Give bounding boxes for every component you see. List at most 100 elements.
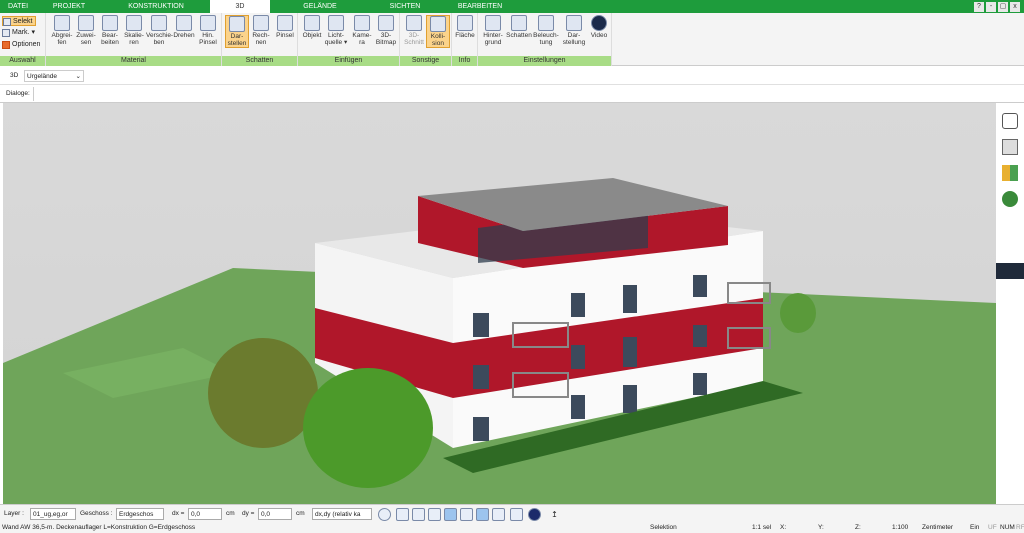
right-sidebar: [996, 103, 1024, 504]
status-num: NUM: [1000, 524, 1015, 531]
3d-viewport[interactable]: [3, 103, 996, 504]
objekt-button[interactable]: Objekt: [300, 15, 324, 39]
help-button[interactable]: ?: [974, 1, 984, 12]
clock-icon[interactable]: [378, 508, 391, 521]
ribbon: Selekt Mark. ▾ Optionen Auswahl Abgrei-f…: [0, 13, 1024, 66]
snap-icon[interactable]: [396, 508, 409, 521]
status-message: Wand AW 36,5-m. Deckenauflager L=Konstru…: [2, 524, 196, 531]
view-mode-label: 3D: [10, 72, 19, 79]
status-unit: Zentimeter: [922, 524, 954, 531]
close-button[interactable]: x: [1010, 1, 1020, 12]
tab-konstruktion[interactable]: KONSTRUKTION: [102, 0, 210, 13]
mark-button[interactable]: Mark. ▾: [2, 28, 35, 38]
status-selection: 1:1 sel: [752, 524, 772, 531]
divider: [33, 87, 34, 101]
hin-pinsel-button[interactable]: Hin. Pinsel: [196, 15, 220, 46]
group-label-info: Info: [452, 56, 477, 66]
tab-datei[interactable]: DATEI: [0, 0, 36, 13]
flaeche-button[interactable]: Fläche: [453, 15, 477, 39]
tab-3d[interactable]: 3D: [210, 0, 270, 13]
rechnen-button[interactable]: Rech-nen: [249, 15, 273, 46]
house-light-icon: [538, 15, 554, 31]
terrain-select[interactable]: Urgelände ⌄: [24, 70, 84, 82]
kollision-button[interactable]: Kolli-sion: [426, 15, 450, 48]
camera-icon: [354, 15, 370, 31]
video-button[interactable]: Video: [587, 15, 611, 39]
house-icon: [511, 15, 527, 31]
coordinate-mode-select[interactable]: dx,dy (relativ ka: [312, 508, 372, 520]
selekt-button[interactable]: Selekt: [2, 16, 36, 26]
monitor-icon: [566, 15, 582, 31]
cursor-icon: [3, 18, 11, 26]
object-snap-icon[interactable]: [428, 508, 441, 521]
tab-sichten[interactable]: SICHTEN: [370, 0, 440, 13]
tab-bearbeiten[interactable]: BEARBEITEN: [440, 0, 520, 13]
drehen-button[interactable]: Drehen: [172, 15, 196, 39]
dx-label: dx =: [172, 510, 185, 517]
optionen-button[interactable]: Optionen: [2, 40, 40, 50]
group-einfuegen: Objekt Licht-quelle ▾ Kame-ra 3D- Bitmap …: [298, 13, 400, 66]
dx-input[interactable]: 0,0: [188, 508, 222, 520]
status-mode: Selektion: [650, 524, 677, 531]
line-snap-icon[interactable]: [460, 508, 473, 521]
dy-unit: cm: [296, 510, 305, 517]
window-controls: ? - ▢ x: [974, 0, 1024, 13]
3d-schnitt-button[interactable]: 3D- Schnitt: [402, 15, 426, 46]
tree-small: [780, 293, 816, 333]
darstellung-button[interactable]: Dar-stellung: [561, 15, 587, 46]
chair-icon[interactable]: [1002, 139, 1018, 155]
menu-toggle-icon[interactable]: [996, 263, 1024, 279]
tab-gelaende[interactable]: GELÄNDE: [270, 0, 370, 13]
north-icon[interactable]: [528, 508, 541, 521]
brush-icon: [102, 15, 118, 31]
lichtquelle-button[interactable]: Licht-quelle ▾: [324, 15, 348, 46]
status-line: Wand AW 36,5-m. Deckenauflager L=Konstru…: [0, 522, 1024, 533]
group-label-einfuegen: Einfügen: [298, 56, 399, 66]
schatten-pinsel-button[interactable]: Pinsel: [273, 15, 297, 39]
3d-bitmap-button[interactable]: 3D- Bitmap: [374, 15, 398, 46]
building-render: [3, 178, 996, 504]
zuweisen-button[interactable]: Zuwei-sen: [74, 15, 98, 46]
section-icon: [406, 15, 422, 31]
bearbeiten-button[interactable]: Bear-beiten: [98, 15, 122, 46]
tree-icon[interactable]: [1002, 191, 1018, 207]
status-toolbar: Layer : 01_ug,eg,or Geschoss : Erdgescho…: [0, 504, 1024, 522]
geschoss-label: Geschoss :: [80, 510, 113, 517]
dy-label: dy =: [242, 510, 255, 517]
layers-icon[interactable]: [1002, 113, 1018, 129]
scale-icon: [126, 15, 142, 31]
status-x: X:: [780, 524, 787, 531]
material-palette-icon[interactable]: [1002, 165, 1018, 181]
move-icon: [151, 15, 167, 31]
abgreifen-button[interactable]: Abgrei-fen: [50, 15, 74, 46]
group-auswahl: Selekt Mark. ▾ Optionen Auswahl: [0, 13, 46, 66]
dy-input[interactable]: 0,0: [258, 508, 292, 520]
schatten-einstellung-button[interactable]: Schatten: [506, 15, 532, 39]
grid-snap-icon[interactable]: [412, 508, 425, 521]
brush-icon: [277, 15, 293, 31]
status-z: Z:: [855, 524, 861, 531]
verschieben-button[interactable]: Verschie-ben: [146, 15, 173, 46]
layer-snap-icon[interactable]: [476, 508, 489, 521]
beleuchtung-button[interactable]: Beleuch-tung: [533, 15, 559, 46]
darstellen-button[interactable]: Dar-stellen: [225, 15, 249, 48]
skalieren-button[interactable]: Skalie-ren: [122, 15, 146, 46]
tab-projekt[interactable]: PROJEKT: [36, 0, 102, 13]
group-sonstige: 3D- Schnitt Kolli-sion Sonstige: [400, 13, 452, 66]
geschoss-select[interactable]: Erdgeschos: [116, 508, 164, 520]
view-toolbar: 3D Urgelände ⌄: [0, 67, 1024, 85]
layer-select[interactable]: 01_ug,eg,or: [30, 508, 76, 520]
chevron-down-icon: ⌄: [75, 73, 81, 80]
pin-icon[interactable]: ↥: [548, 508, 561, 521]
group-info: Fläche Info: [452, 13, 478, 66]
dx-unit: cm: [226, 510, 235, 517]
angle-snap-icon[interactable]: [444, 508, 457, 521]
minimize-button[interactable]: -: [986, 1, 996, 12]
grid-icon[interactable]: [510, 508, 523, 521]
hintergrund-button[interactable]: Hinter-grund: [481, 15, 505, 46]
ortho-icon[interactable]: [492, 508, 505, 521]
maximize-button[interactable]: ▢: [998, 1, 1008, 12]
group-label-auswahl: Auswahl: [0, 56, 45, 66]
tree-right: [303, 368, 433, 488]
kamera-button[interactable]: Kame-ra: [350, 15, 374, 46]
